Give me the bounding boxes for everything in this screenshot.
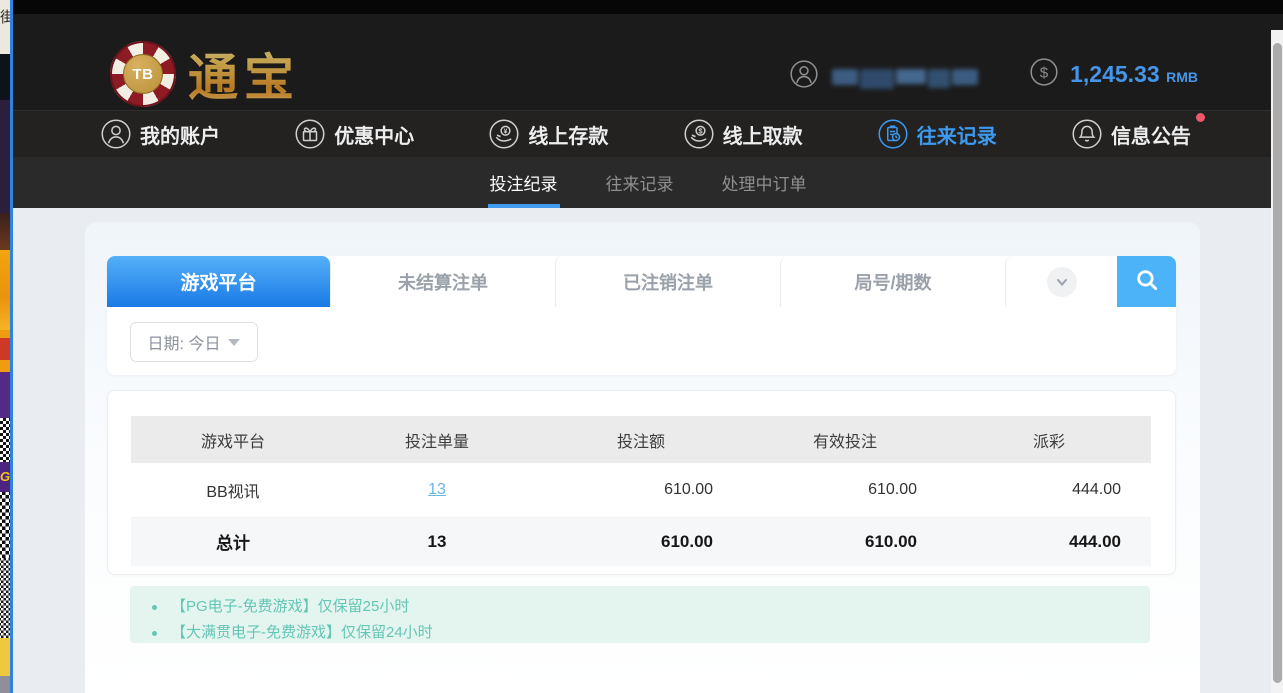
caret-down-icon bbox=[228, 339, 240, 346]
balance-amount: 1,245.33 bbox=[1070, 61, 1160, 87]
total-bet-amount: 610.00 bbox=[539, 517, 743, 566]
site-header: TB 通宝 $ bbox=[13, 14, 1283, 110]
gold-text-fragment: GR bbox=[0, 462, 10, 492]
subtab-bet-records[interactable]: 投注纪录 bbox=[488, 157, 560, 208]
bullet-icon bbox=[152, 605, 157, 610]
subnav: 投注纪录 往来记录 处理中订单 bbox=[13, 157, 1283, 208]
records-clipboard-clock-icon bbox=[878, 119, 908, 149]
total-payout: 444.00 bbox=[947, 517, 1151, 566]
note-text: 【PG电子-免费游戏】仅保留25小时 bbox=[171, 594, 409, 620]
gift-icon bbox=[295, 119, 325, 149]
main-nav: 我的账户 优惠中心 bbox=[13, 110, 1283, 157]
col-bet-count: 投注单量 bbox=[335, 416, 539, 463]
col-payout: 派彩 bbox=[947, 416, 1151, 463]
scrollbar-track[interactable] bbox=[1271, 30, 1283, 693]
table-total-row: 总计 13 610.00 610.00 444.00 bbox=[131, 517, 1151, 566]
cell-valid-bet: 610.00 bbox=[743, 463, 947, 517]
bell-icon bbox=[1072, 119, 1102, 149]
nav-label: 优惠中心 bbox=[334, 120, 414, 149]
nav-label: 线上存款 bbox=[528, 120, 608, 149]
nav-label: 往来记录 bbox=[917, 120, 997, 149]
notes-box: 【PG电子-免费游戏】仅保留25小时 【大满贯电子-免费游戏】仅保留24小时 bbox=[130, 586, 1150, 643]
subtab-transaction-records[interactable]: 往来记录 bbox=[604, 157, 676, 208]
filter-tab-unsettled-bets[interactable]: 未结算注单 bbox=[330, 256, 555, 307]
notification-badge bbox=[1196, 113, 1205, 122]
scrollbar-thumb[interactable] bbox=[1273, 43, 1282, 683]
poker-chip-logo-icon: TB bbox=[110, 41, 176, 107]
qr-code-fragment bbox=[0, 492, 10, 558]
nav-label: 信息公告 bbox=[1111, 120, 1191, 149]
nav-item-promotions[interactable]: 优惠中心 bbox=[295, 119, 414, 149]
nav-item-my-account[interactable]: 我的账户 bbox=[101, 119, 220, 149]
total-label: 总计 bbox=[131, 517, 335, 566]
col-bet-amount: 投注额 bbox=[539, 416, 743, 463]
filter-card: 游戏平台 未结算注单 已注销注单 局号/期数 bbox=[107, 256, 1176, 375]
nav-item-transaction-records[interactable]: 往来记录 bbox=[878, 119, 997, 149]
qr-code-fragment bbox=[0, 418, 10, 462]
nav-label: 我的账户 bbox=[140, 120, 220, 149]
background-window-strip: 街 GR bbox=[0, 0, 10, 693]
user-avatar-icon bbox=[790, 60, 818, 93]
report-table-card: 游戏平台 投注单量 投注额 有效投注 派彩 BB视讯 13 610.00 610 bbox=[107, 390, 1176, 575]
balance-area[interactable]: $ 1,245.33 RMB bbox=[1030, 58, 1198, 91]
note-item: 【PG电子-免费游戏】仅保留25小时 bbox=[152, 594, 1150, 620]
table-row: BB视讯 13 610.00 610.00 444.00 bbox=[131, 463, 1151, 517]
withdraw-hand-coin-icon: $ bbox=[684, 119, 714, 149]
content-card: 游戏平台 未结算注单 已注销注单 局号/期数 bbox=[85, 222, 1200, 693]
user-circle-icon bbox=[101, 119, 131, 149]
site-logo[interactable]: TB 通宝 bbox=[110, 38, 300, 110]
filter-tab-cancelled-bets[interactable]: 已注销注单 bbox=[555, 256, 780, 307]
cell-payout: 444.00 bbox=[947, 463, 1151, 517]
filter-tab-game-platform[interactable]: 游戏平台 bbox=[107, 256, 330, 307]
page: TB 通宝 $ bbox=[13, 0, 1283, 693]
username-redacted bbox=[832, 65, 978, 89]
chevron-down-icon bbox=[1047, 267, 1077, 297]
qr-code-fragment bbox=[0, 558, 10, 638]
cell-platform: BB视讯 bbox=[131, 463, 335, 517]
note-item: 【大满贯电子-免费游戏】仅保留24小时 bbox=[152, 620, 1150, 646]
svg-text:$: $ bbox=[1040, 64, 1049, 81]
top-black-strip bbox=[13, 0, 1283, 14]
col-valid-bet: 有效投注 bbox=[743, 416, 947, 463]
nav-item-online-withdraw[interactable]: $ 线上取款 bbox=[684, 119, 803, 149]
background-window-text: 街 bbox=[0, 0, 10, 54]
brand-name: 通宝 bbox=[188, 38, 300, 110]
table-header-row: 游戏平台 投注单量 投注额 有效投注 派彩 bbox=[131, 416, 1151, 463]
bet-summary-table: 游戏平台 投注单量 投注额 有效投注 派彩 BB视讯 13 610.00 610 bbox=[131, 416, 1151, 566]
cell-bet-count: 13 bbox=[335, 463, 539, 517]
window-border bbox=[10, 0, 13, 693]
nav-item-online-deposit[interactable]: ¥ 线上存款 bbox=[489, 119, 608, 149]
note-text: 【大满贯电子-免费游戏】仅保留24小时 bbox=[171, 620, 433, 646]
nav-label: 线上取款 bbox=[723, 120, 803, 149]
svg-text:¥: ¥ bbox=[504, 128, 508, 135]
user-account-area[interactable] bbox=[790, 60, 978, 93]
total-valid-bet: 610.00 bbox=[743, 517, 947, 566]
col-game-platform: 游戏平台 bbox=[131, 416, 335, 463]
red-stamp-fragment bbox=[0, 330, 10, 372]
bullet-icon bbox=[152, 631, 157, 636]
cell-bet-amount: 610.00 bbox=[539, 463, 743, 517]
date-filter-dropdown[interactable]: 日期: 今日 bbox=[130, 322, 258, 362]
screen: 街 GR TB 通宝 bbox=[0, 0, 1283, 693]
search-button[interactable] bbox=[1117, 256, 1176, 307]
date-filter-label: 日期: 今日 bbox=[148, 330, 221, 354]
nav-item-announcements[interactable]: 信息公告 bbox=[1072, 119, 1191, 149]
balance-currency: RMB bbox=[1166, 69, 1198, 85]
search-icon bbox=[1134, 267, 1160, 296]
filter-tab-round-number[interactable]: 局号/期数 bbox=[780, 256, 1005, 307]
filter-tab-more[interactable] bbox=[1005, 256, 1117, 307]
subtab-processing-orders[interactable]: 处理中订单 bbox=[720, 157, 809, 208]
dollar-coin-icon: $ bbox=[1030, 58, 1058, 91]
total-bet-count: 13 bbox=[335, 517, 539, 566]
chip-monogram: TB bbox=[123, 54, 163, 94]
bet-count-link[interactable]: 13 bbox=[428, 481, 446, 498]
deposit-hand-coin-icon: ¥ bbox=[489, 119, 519, 149]
